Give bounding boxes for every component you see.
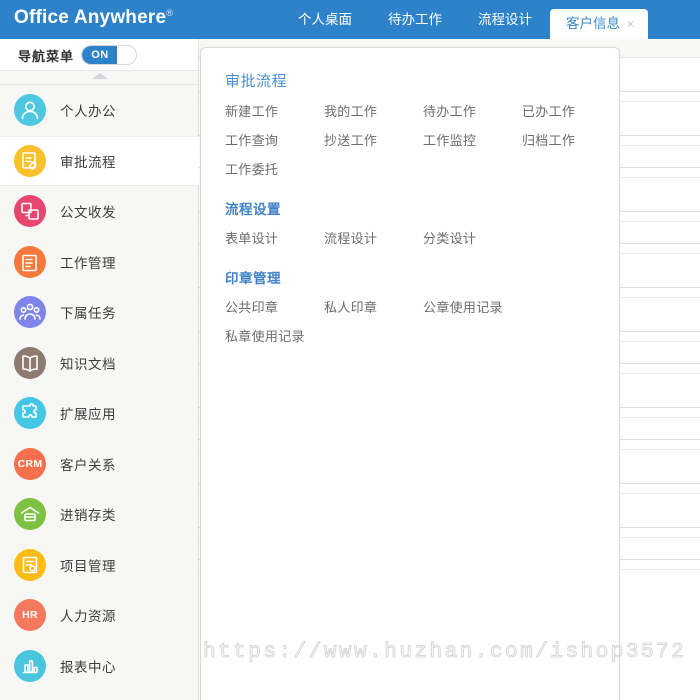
hr-icon: HR [14, 599, 46, 632]
approval-icon [14, 144, 46, 177]
sidebar-item-label: 公文收发 [60, 205, 116, 221]
sidebar-item-8[interactable]: CRM 客户关系 [0, 439, 199, 490]
menu-link[interactable]: 流程设计 [324, 224, 423, 253]
sidebar-item-12[interactable]: 报表中心 [0, 641, 199, 692]
menu-links: 公共印章 私人印章 公章使用记录私章使用记录 [225, 293, 619, 351]
menu-group-title: 审批流程 [225, 73, 288, 90]
sidebar-nav-list: 个人办公审批流程公文收发工作管理下属任务知识文档扩展应用 CRM 客户关系进销存类项… [0, 85, 199, 691]
menu-link[interactable]: 工作委托 [225, 155, 324, 184]
sidebar-item-label: 审批流程 [60, 154, 116, 170]
sidebar-item-label: 下属任务 [60, 306, 116, 322]
menu-links: 新建工作 我的工作 待办工作 已办工作工作查询 抄送工作 工作监控 归档工作工作委托 [225, 97, 619, 184]
menu-link[interactable]: 我的工作 [324, 97, 423, 126]
menu-link[interactable]: 分类设计 [423, 224, 563, 253]
menu-link[interactable]: 抄送工作 [324, 126, 423, 155]
project-icon [14, 548, 46, 581]
menu-link[interactable]: 归档工作 [522, 126, 619, 155]
sidebar-item-label: 扩展应用 [60, 407, 116, 423]
tab-label: 个人桌面 [298, 12, 352, 27]
tab-bar: 个人桌面 待办工作 流程设计 客户信息 × [280, 0, 649, 39]
tab-1[interactable]: 个人桌面 [280, 0, 370, 39]
menu-link[interactable]: 已办工作 [522, 97, 619, 126]
menu-links: 表单设计 流程设计 分类设计 [225, 224, 619, 253]
sidebar-item-5[interactable]: 下属任务 [0, 287, 199, 338]
toggle-knob[interactable] [117, 46, 136, 64]
sidebar-item-label: 客户关系 [60, 457, 116, 473]
registered-mark-icon: ® [166, 7, 174, 18]
sidebar-item-label: 人力资源 [60, 609, 116, 625]
top-header-bar: Office Anywhere® 个人桌面 待办工作 流程设计 客户信息 × [0, 0, 700, 39]
sidebar-item-label: 知识文档 [60, 356, 116, 372]
nav-toggle-row: 导航菜单 ON [0, 39, 198, 71]
tab-3[interactable]: 流程设计 [460, 0, 550, 39]
menu-group-2: 流程设置表单设计 流程设计 分类设计 [225, 198, 619, 253]
sidebar-item-label: 工作管理 [60, 255, 116, 271]
menu-link[interactable]: 私人印章 [324, 293, 423, 322]
person-icon [14, 94, 46, 127]
clipboard-icon [14, 245, 46, 278]
menu-link[interactable]: 私章使用记录 [225, 322, 324, 351]
menu-group-title: 流程设置 [225, 202, 281, 217]
crm-icon: CRM [14, 447, 46, 480]
tab-2[interactable]: 待办工作 [370, 0, 460, 39]
tab-label: 待办工作 [388, 12, 442, 27]
nav-menu-label: 导航菜单 [18, 49, 75, 64]
menu-link[interactable]: 待办工作 [423, 97, 522, 126]
sidebar-item-3[interactable]: 公文收发 [0, 186, 199, 237]
chevron-up-icon[interactable] [92, 73, 108, 79]
logo-text: Office Anywhere [14, 7, 167, 28]
warehouse-icon [14, 498, 46, 531]
chart-icon [14, 649, 46, 682]
tab-label: 流程设计 [478, 12, 532, 27]
sidebar-item-1[interactable]: 个人办公 [0, 85, 199, 136]
sidebar-item-label: 项目管理 [60, 558, 116, 574]
tab-label: 客户信息 [566, 16, 620, 31]
sidebar-item-9[interactable]: 进销存类 [0, 489, 199, 540]
tab-4[interactable]: 客户信息 × [550, 9, 649, 39]
team-icon [14, 296, 46, 329]
app-logo: Office Anywhere® [14, 7, 173, 29]
sidebar-item-label: 进销存类 [60, 508, 116, 524]
close-icon[interactable]: × [627, 17, 634, 31]
sidebar-item-11[interactable]: HR 人力资源 [0, 590, 199, 641]
menu-group-title: 印章管理 [225, 271, 281, 286]
sidebar-item-2[interactable]: 审批流程 [0, 135, 199, 186]
module-dropdown-panel: 审批流程新建工作 我的工作 待办工作 已办工作工作查询 抄送工作 工作监控 归档工作工作委托… [200, 47, 620, 700]
menu-link[interactable]: 工作查询 [225, 126, 324, 155]
left-sidebar: 导航菜单 ON 个人办公审批流程公文收发工作管理下属任务知识文档扩展应用 CRM 客… [0, 39, 199, 700]
menu-link[interactable]: 表单设计 [225, 224, 324, 253]
menu-group-3: 印章管理公共印章 私人印章 公章使用记录私章使用记录 [225, 267, 619, 351]
nav-menu-toggle[interactable]: ON [81, 45, 137, 65]
toggle-state-text: ON [82, 46, 118, 64]
sidebar-item-7[interactable]: 扩展应用 [0, 388, 199, 439]
sidebar-item-4[interactable]: 工作管理 [0, 237, 199, 288]
menu-link[interactable]: 新建工作 [225, 97, 324, 126]
book-icon [14, 346, 46, 379]
menu-link[interactable]: 公共印章 [225, 293, 324, 322]
sidebar-item-10[interactable]: 项目管理 [0, 540, 199, 591]
sidebar-item-6[interactable]: 知识文档 [0, 338, 199, 389]
menu-link[interactable]: 公章使用记录 [423, 293, 563, 322]
document-icon [14, 195, 46, 228]
sidebar-item-label: 个人办公 [60, 104, 116, 120]
menu-link[interactable]: 工作监控 [423, 126, 522, 155]
puzzle-icon [14, 397, 46, 430]
panel-content: 审批流程新建工作 我的工作 待办工作 已办工作工作查询 抄送工作 工作监控 归档工作工作委托… [201, 48, 619, 351]
menu-group-1: 审批流程新建工作 我的工作 待办工作 已办工作工作查询 抄送工作 工作监控 归档工作工作委托 [225, 70, 619, 184]
sidebar-item-label: 报表中心 [60, 659, 116, 675]
